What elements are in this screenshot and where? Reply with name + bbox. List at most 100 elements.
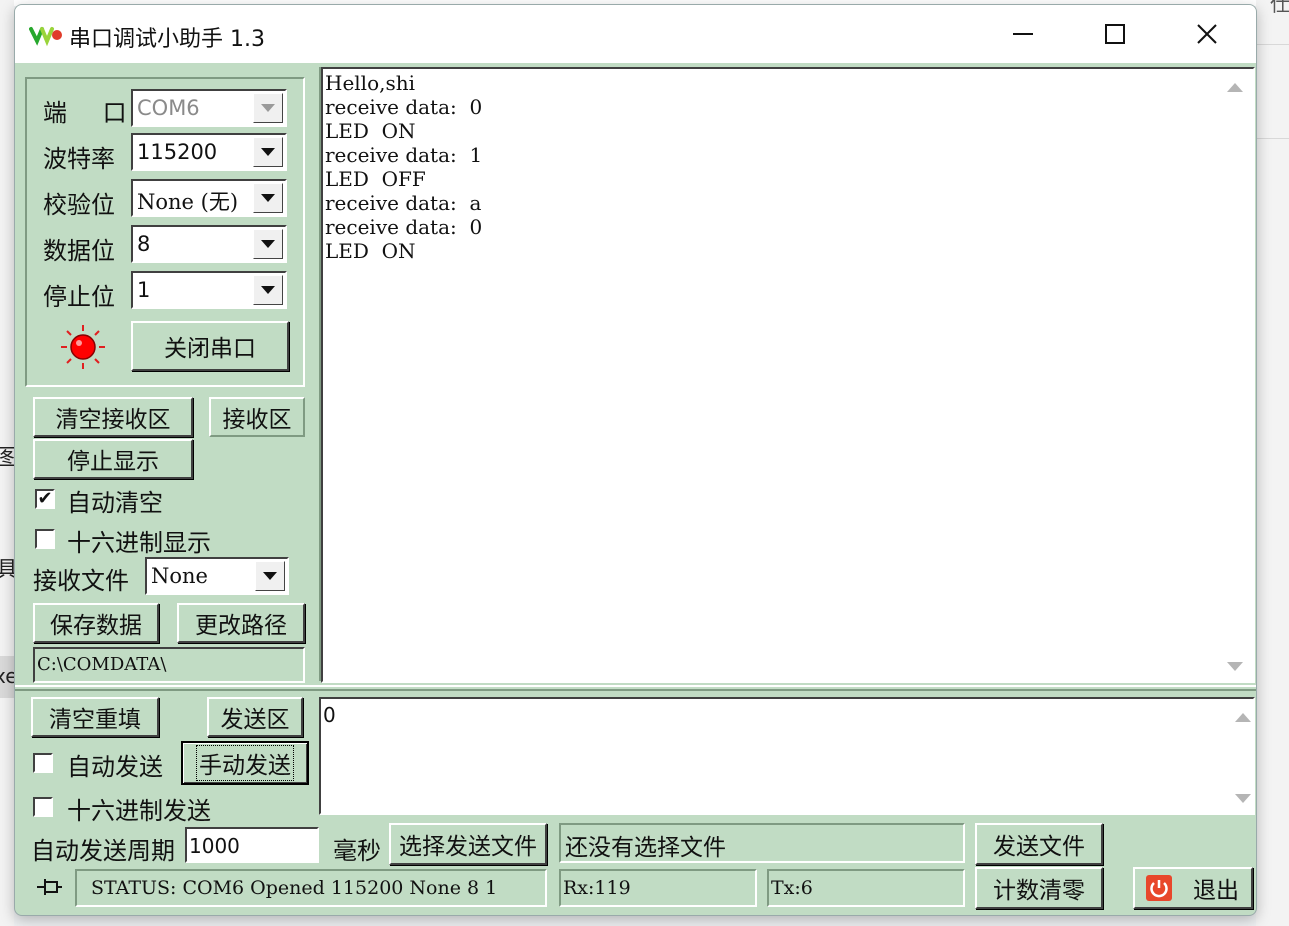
send-file-button[interactable]: 发送文件 <box>975 823 1103 865</box>
status-field: STATUS: COM6 Opened 115200 None 8 1 <box>75 869 547 907</box>
port-label: 端 口 <box>43 99 141 127</box>
receive-line: LED ON <box>325 119 416 143</box>
ms-label: 毫秒 <box>333 837 381 865</box>
app-icon <box>29 27 62 47</box>
period-input[interactable]: 1000 <box>185 827 319 863</box>
databits-label: 数据位 <box>43 237 115 265</box>
stopbits-value: 1 <box>137 278 151 302</box>
scroll-down-icon[interactable] <box>1227 662 1243 671</box>
background-text: 仕 <box>1270 0 1289 16</box>
parity-select[interactable]: None (无) <box>131 179 287 217</box>
chevron-down-icon <box>263 572 277 580</box>
databits-value: 8 <box>137 232 151 256</box>
hex-display-label: 十六进制显示 <box>67 529 211 557</box>
stop-display-button[interactable]: 停止显示 <box>33 439 193 479</box>
port-dropdown-button[interactable] <box>253 93 283 123</box>
databits-select[interactable]: 8 <box>131 225 287 263</box>
receive-line: Hello,shi <box>325 71 416 95</box>
send-text: 0 <box>323 703 336 727</box>
receive-file-value: None <box>151 564 208 588</box>
port-value: COM6 <box>137 96 200 120</box>
tx-counter: Tx:6 <box>771 877 813 899</box>
close-button[interactable] <box>1187 17 1227 51</box>
baud-select[interactable]: 115200 <box>131 133 287 171</box>
receive-line: receive data: a <box>325 191 482 215</box>
close-icon <box>1197 24 1217 44</box>
chevron-down-icon <box>261 194 275 202</box>
minimize-icon <box>1013 33 1033 35</box>
status-text: STATUS: COM6 Opened 115200 None 8 1 <box>91 877 498 899</box>
databits-dropdown-button[interactable] <box>253 229 283 259</box>
receive-file-dropdown-button[interactable] <box>255 561 285 591</box>
file-status-text: 还没有选择文件 <box>565 835 726 861</box>
parity-value: None (无) <box>137 190 239 214</box>
close-port-button[interactable]: 关闭串口 <box>131 321 289 371</box>
chevron-down-icon <box>261 148 275 156</box>
save-data-button[interactable]: 保存数据 <box>33 603 159 643</box>
section-divider <box>15 685 1256 691</box>
scroll-up-icon[interactable] <box>1227 83 1243 92</box>
parity-label: 校验位 <box>43 191 115 219</box>
hex-display-checkbox[interactable] <box>35 529 55 549</box>
scroll-down-icon[interactable] <box>1235 794 1251 803</box>
title-bar[interactable]: 串口调试小助手 1.3 <box>15 5 1256 63</box>
auto-clear-label: 自动清空 <box>67 489 163 517</box>
save-path-field: C:\COMDATA\ <box>33 647 305 683</box>
receive-file-select[interactable]: None <box>145 557 289 595</box>
send-text-area[interactable]: 0 <box>319 697 1255 815</box>
send-area-label: 发送区 <box>207 697 303 737</box>
receive-line: receive data: 0 <box>325 95 483 119</box>
stopbits-dropdown-button[interactable] <box>253 275 283 305</box>
reset-count-button[interactable]: 计数清零 <box>975 867 1103 909</box>
exit-label: 退出 <box>1193 878 1239 904</box>
rx-counter-field: Rx:119 <box>559 869 757 907</box>
baud-value: 115200 <box>137 140 218 164</box>
receive-text-area[interactable]: Hello,shi receive data: 0 LED ON receive da… <box>321 67 1255 683</box>
receive-line: LED OFF <box>325 167 426 191</box>
chevron-down-icon <box>261 104 275 112</box>
period-value: 1000 <box>189 834 240 858</box>
clear-receive-button[interactable]: 清空接收区 <box>33 397 193 437</box>
serial-assistant-window: 串口调试小助手 1.3 端 口 COM6 波特率 115200 校验位 None… <box>14 4 1257 916</box>
scroll-up-icon[interactable] <box>1235 713 1251 722</box>
chevron-down-icon <box>261 286 275 294</box>
chevron-down-icon <box>261 240 275 248</box>
rx-counter: Rx:119 <box>563 877 631 899</box>
manual-send-label: 手动发送 <box>196 745 294 781</box>
receive-line: receive data: 1 <box>325 143 483 167</box>
port-status-light-icon <box>61 325 105 369</box>
baud-label: 波特率 <box>43 145 115 173</box>
receive-line: receive data: 0 <box>325 215 483 239</box>
clear-refill-button[interactable]: 清空重填 <box>31 697 159 737</box>
power-icon <box>1146 875 1172 901</box>
baud-dropdown-button[interactable] <box>253 137 283 167</box>
hex-send-label: 十六进制发送 <box>67 797 211 825</box>
receive-file-label: 接收文件 <box>33 567 129 595</box>
auto-clear-checkbox[interactable]: ✔ <box>35 489 55 509</box>
maximize-icon <box>1105 24 1125 44</box>
receive-text: Hello,shi receive data: 0 LED ON receive da… <box>325 71 482 263</box>
hex-send-checkbox[interactable] <box>33 797 53 817</box>
pin-icon[interactable] <box>35 877 63 899</box>
save-path-value: C:\COMDATA\ <box>37 654 167 675</box>
select-send-file-button[interactable]: 选择发送文件 <box>389 823 547 865</box>
receive-line: LED ON <box>325 239 416 263</box>
auto-send-label: 自动发送 <box>67 753 163 781</box>
panel-divider <box>313 67 321 681</box>
auto-send-period-label: 自动发送周期 <box>31 837 175 865</box>
stopbits-select[interactable]: 1 <box>131 271 287 309</box>
port-select[interactable]: COM6 <box>131 89 287 127</box>
auto-send-checkbox[interactable] <box>33 753 53 773</box>
receive-area-label: 接收区 <box>209 397 305 437</box>
background-divider <box>1256 44 1289 45</box>
tx-counter-field: Tx:6 <box>767 869 965 907</box>
parity-dropdown-button[interactable] <box>253 183 283 213</box>
change-path-button[interactable]: 更改路径 <box>177 603 305 643</box>
background-divider <box>1256 138 1289 139</box>
minimize-button[interactable] <box>1003 17 1043 51</box>
manual-send-button[interactable]: 手动发送 <box>181 741 309 785</box>
maximize-button[interactable] <box>1095 17 1135 51</box>
exit-button[interactable]: 退出 <box>1133 867 1253 909</box>
file-status-field: 还没有选择文件 <box>559 823 965 863</box>
stopbits-label: 停止位 <box>43 283 115 311</box>
